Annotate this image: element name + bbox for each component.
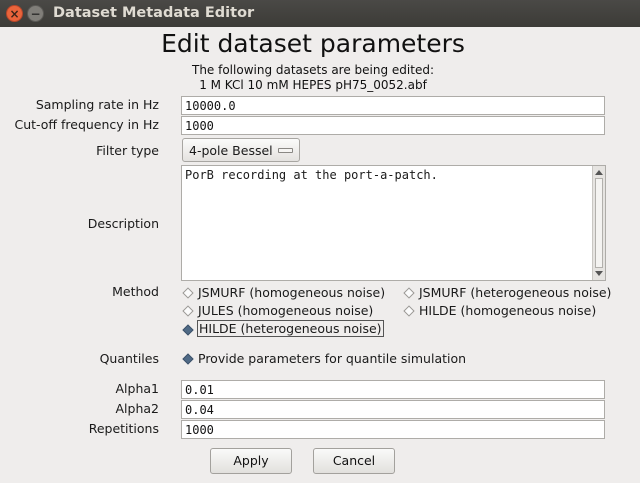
minimize-window-button[interactable]: − (27, 5, 44, 22)
description-scrollbar[interactable] (592, 166, 605, 280)
description-text: PorB recording at the port-a-patch. (185, 168, 438, 182)
cutoff-frequency-label: Cut-off frequency in Hz (14, 117, 159, 132)
alpha1-label: Alpha1 (115, 381, 160, 396)
description-textarea[interactable]: PorB recording at the port-a-patch. (181, 165, 606, 281)
cutoff-frequency-field[interactable]: 1000 (181, 116, 605, 135)
method-label: Method (112, 284, 159, 299)
scroll-thumb[interactable] (595, 178, 603, 268)
scroll-down-icon[interactable] (595, 271, 603, 276)
radio-diamond-selected-icon (182, 324, 194, 336)
sampling-rate-field[interactable]: 10000.0 (181, 96, 605, 115)
cancel-button[interactable]: Cancel (313, 448, 395, 474)
repetitions-field[interactable]: 1000 (181, 420, 605, 439)
window-title: Dataset Metadata Editor (53, 5, 255, 21)
scroll-up-icon[interactable] (595, 170, 603, 175)
quantiles-label: Quantiles (99, 351, 159, 366)
dataset-name: 1 M KCl 10 mM HEPES pH75_0052.abf (199, 78, 427, 92)
alpha2-field[interactable]: 0.04 (181, 400, 605, 419)
method-option-label: JULES (homogeneous noise) (198, 303, 374, 318)
method-option-label: JSMURF (heterogeneous noise) (419, 285, 612, 300)
close-window-button[interactable]: × (6, 5, 23, 22)
datasets-intro: The following datasets are being edited: (191, 63, 434, 77)
filter-type-label: Filter type (96, 143, 159, 158)
filter-type-select[interactable]: 4-pole Bessel (182, 138, 300, 162)
radio-diamond-icon (182, 305, 194, 317)
quantiles-option-label: Provide parameters for quantile simulati… (198, 351, 467, 366)
description-label: Description (87, 216, 159, 231)
method-option-label: JSMURF (homogeneous noise) (198, 285, 386, 300)
alpha2-label: Alpha2 (115, 401, 160, 416)
dropdown-indicator-icon (278, 148, 293, 153)
radio-diamond-selected-icon (182, 353, 194, 365)
radio-diamond-icon (182, 287, 194, 299)
page-title: Edit dataset parameters (161, 29, 465, 58)
filter-type-value: 4-pole Bessel (189, 143, 273, 158)
sampling-rate-label: Sampling rate in Hz (35, 97, 159, 112)
method-option-label: HILDE (homogeneous noise) (419, 303, 597, 318)
repetitions-label: Repetitions (88, 421, 159, 436)
radio-diamond-icon (403, 287, 415, 299)
radio-diamond-icon (403, 305, 415, 317)
apply-button[interactable]: Apply (210, 448, 292, 474)
method-option-label: HILDE (heterogeneous noise) (197, 320, 384, 337)
title-bar: × − Dataset Metadata Editor (0, 0, 640, 27)
alpha1-field[interactable]: 0.01 (181, 380, 605, 399)
